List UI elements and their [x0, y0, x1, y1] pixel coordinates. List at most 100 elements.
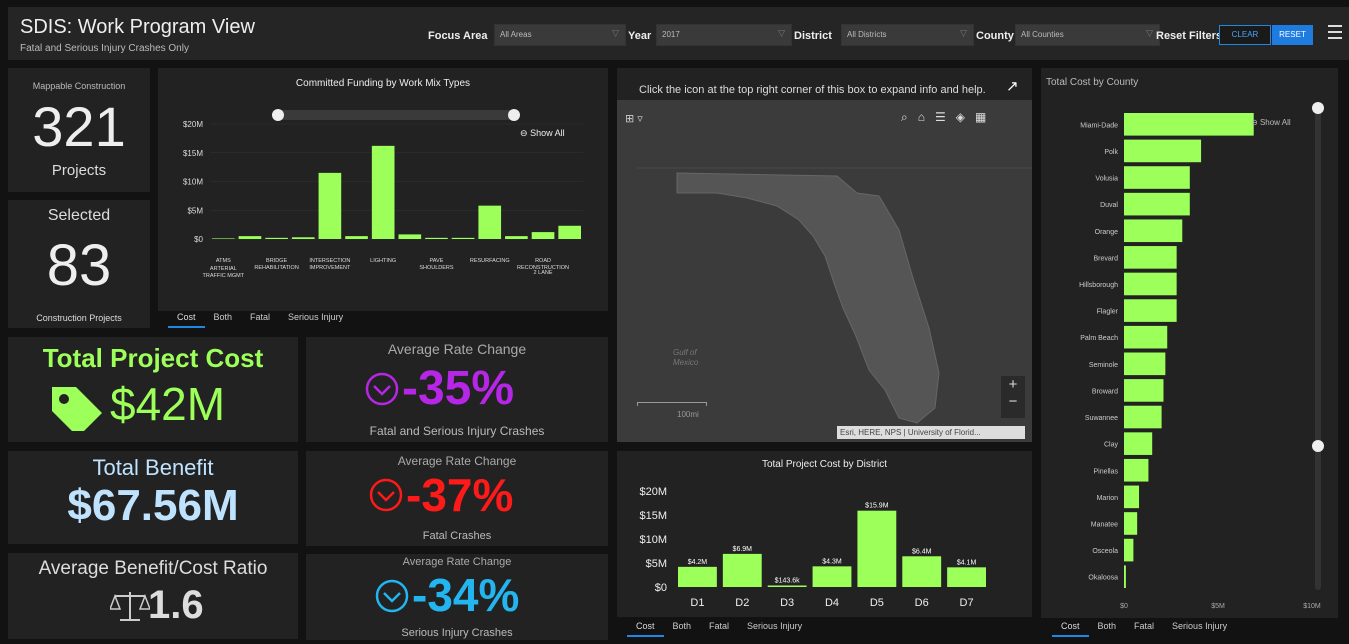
mappable-label: Mappable Construction [32, 81, 126, 91]
bar [451, 237, 475, 239]
district-chart: $0 $5M $10M $15M $20M $4.2M D1 $6.9M D2 $143.6k D3… [639, 486, 986, 609]
rate-change-fsi-caption: Fatal and Serious Injury Crashes [369, 424, 545, 438]
rate-change-fatal-label: Average Rate Change [397, 454, 517, 468]
expand-icon[interactable]: ↗ [1006, 77, 1019, 95]
x-tick-label: SHOULDERS [419, 265, 454, 271]
x-tick-label: D2 [735, 597, 749, 609]
selected-label: Selected [47, 207, 111, 224]
rate-change-fsi-value: -35% [402, 362, 515, 415]
tab-cost[interactable]: Cost [1052, 618, 1089, 637]
x-tick-label: D5 [870, 597, 884, 609]
y-tick-label: $20M [183, 120, 203, 129]
bar [1124, 538, 1134, 562]
bar [1124, 299, 1177, 322]
bar [1124, 192, 1190, 216]
district-tabs: Cost Both Fatal Serious Injury [627, 618, 811, 637]
legend-list-icon[interactable]: ☰ [935, 110, 946, 125]
show-all-control[interactable]: ⊖ Show All [1251, 118, 1291, 127]
mappable-panel: Mappable Construction 321 Projects [8, 68, 150, 192]
tab-fatal[interactable]: Fatal [241, 309, 279, 328]
y-tick-label: Osceola [1092, 548, 1118, 555]
tab-fatal[interactable]: Fatal [1125, 618, 1163, 637]
basemap-grid-icon[interactable]: ▦ [975, 110, 986, 125]
gulf-label-2: Mexico [673, 358, 699, 367]
district-chart-panel: Total Project Cost by District $0 $5M $10M… [617, 451, 1032, 617]
total-benefit-panel: Total Benefit $67.56M [8, 451, 298, 544]
data-label: $6.4M [912, 548, 932, 555]
county-select[interactable]: All Counties ▽ [1015, 24, 1160, 46]
bar [505, 236, 528, 239]
tab-both[interactable]: Both [1089, 618, 1126, 637]
hamburger-menu-icon[interactable] [1328, 25, 1342, 39]
bar [1124, 166, 1190, 189]
tab-fatal[interactable]: Fatal [700, 618, 738, 637]
layers-icon[interactable]: ◈ [956, 110, 965, 125]
tab-cost[interactable]: Cost [168, 309, 205, 328]
bar [947, 567, 986, 587]
show-all-control[interactable]: ⊖ Show All [520, 128, 565, 139]
county-chart-panel: Total Cost by County Miami-Dade Polk Volus… [1041, 68, 1338, 618]
x-tick-label: RESURFACING [470, 258, 510, 264]
rate-change-serious-label: Average Rate Change [402, 556, 512, 568]
reset-button[interactable]: RESET [1272, 25, 1313, 45]
x-tick-label: ROAD [535, 258, 551, 264]
rate-change-fatal-caption: Fatal Crashes [422, 530, 492, 542]
map-panel[interactable]: Click the icon at the top right corner o… [617, 68, 1032, 442]
bar [857, 510, 897, 587]
x-tick-label: $5M [1211, 603, 1225, 610]
zoom-out-button[interactable]: − [1001, 393, 1025, 410]
bar [1124, 512, 1138, 535]
bar [558, 225, 581, 239]
down-circle-icon [375, 579, 409, 613]
district-label: District [794, 30, 832, 42]
header-bar: SDIS: Work Program View Fatal and Seriou… [8, 7, 1349, 60]
y-tick-label: $10M [639, 534, 667, 546]
app-title: SDIS: Work Program View [20, 16, 255, 38]
focus-area-value: All Areas [500, 30, 532, 39]
map-toolbar: ⌕ ⌂ ☰ ◈ ▦ [901, 110, 986, 125]
bar [722, 553, 762, 587]
tab-serious-injury[interactable]: Serious Injury [738, 618, 811, 637]
y-tick-label: Clay [1104, 442, 1119, 449]
map-legend-toggle-icon[interactable]: ⊞ ▿ [625, 112, 643, 125]
tab-both[interactable]: Both [664, 618, 701, 637]
rate-change-serious-panel: Average Rate Change -34% Serious Injury … [306, 554, 608, 640]
y-tick-label: Miami-Dade [1080, 122, 1118, 129]
y-tick-label: $20M [639, 486, 667, 498]
chevron-down-icon: ▽ [960, 28, 967, 38]
total-cost-panel: Total Project Cost $42M [8, 337, 298, 442]
bar [318, 172, 342, 239]
map-scale-label: 100mi [677, 410, 699, 419]
x-tick-label: BRIDGE [266, 258, 287, 264]
bcr-value: 1.6 [148, 583, 204, 627]
range-slider-track [276, 110, 516, 120]
y-tick-label: Duval [1100, 202, 1118, 209]
data-label: $4.1M [957, 559, 977, 566]
year-select[interactable]: 2017 ▽ [656, 24, 792, 46]
clear-button[interactable]: CLEAR [1219, 25, 1271, 45]
y-tick-label: Manatee [1091, 521, 1118, 528]
tab-cost[interactable]: Cost [627, 618, 664, 637]
search-icon[interactable]: ⌕ [901, 110, 908, 125]
tab-serious-injury[interactable]: Serious Injury [279, 309, 352, 328]
y-tick-label: Okaloosa [1088, 575, 1118, 582]
y-tick-label: $5M [646, 558, 667, 570]
focus-area-select[interactable]: All Areas ▽ [494, 24, 626, 46]
x-tick-label: TRAFFIC MGMT [203, 273, 245, 279]
tab-serious-injury[interactable]: Serious Injury [1163, 618, 1236, 637]
tab-both[interactable]: Both [205, 309, 242, 328]
bar [398, 234, 422, 239]
selected-unit: Construction Projects [36, 313, 122, 323]
bar [478, 205, 502, 239]
y-tick-label: Orange [1095, 229, 1118, 236]
selected-panel: Selected 83 Construction Projects [8, 200, 150, 328]
year-value: 2017 [662, 30, 680, 39]
selected-count: 83 [46, 233, 112, 298]
bar [1124, 485, 1140, 509]
zoom-in-button[interactable]: + [1001, 376, 1025, 393]
home-icon[interactable]: ⌂ [918, 110, 925, 125]
district-select[interactable]: All Districts ▽ [841, 24, 974, 46]
price-tag-icon [52, 387, 102, 431]
x-tick-label: D1 [690, 597, 704, 609]
data-label: $4.3M [822, 558, 842, 565]
